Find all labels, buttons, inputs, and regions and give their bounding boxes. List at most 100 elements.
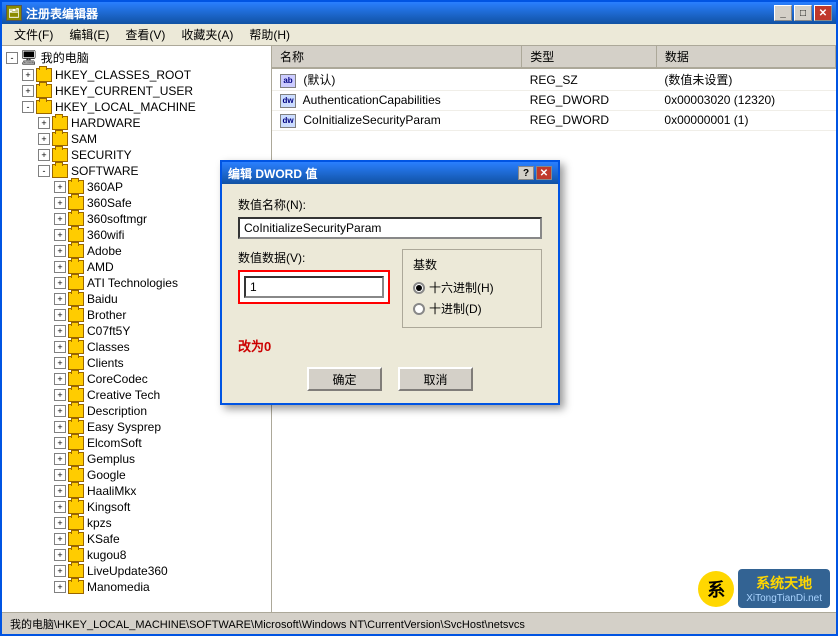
menu-edit[interactable]: 编辑(E) [61, 24, 117, 45]
expand-kugou8[interactable]: + [54, 549, 66, 561]
expand-360ap[interactable]: + [54, 181, 66, 193]
expand-haalimkx[interactable]: + [54, 485, 66, 497]
tree-item-gemplus[interactable]: + Gemplus [4, 451, 269, 467]
folder-icon-hklm [36, 100, 52, 114]
expand-liveupdate360[interactable]: + [54, 565, 66, 577]
tree-label-hklm: HKEY_LOCAL_MACHINE [55, 100, 196, 114]
tree-item-mypc[interactable]: - 🖥 我的电脑 [4, 48, 269, 67]
tree-label-ati: ATI Technologies [87, 276, 178, 290]
tree-item-kugou8[interactable]: + kugou8 [4, 547, 269, 563]
watermark-box: 系统天地 XiTongTianDi.net [738, 569, 830, 608]
expand-security[interactable]: + [38, 149, 50, 161]
expand-hardware[interactable]: + [38, 117, 50, 129]
expand-amd[interactable]: + [54, 261, 66, 273]
expand-google[interactable]: + [54, 469, 66, 481]
cancel-button[interactable]: 取消 [398, 367, 473, 391]
tree-item-hkcu[interactable]: + HKEY_CURRENT_USER [4, 83, 269, 99]
close-button[interactable]: ✕ [814, 5, 832, 21]
radio-dec-circle[interactable] [413, 303, 425, 315]
expand-360safe[interactable]: + [54, 197, 66, 209]
tree-label-hkcr: HKEY_CLASSES_ROOT [55, 68, 191, 82]
dialog-left-section: 数值数据(V): [238, 249, 390, 304]
folder-icon-kpzs [68, 516, 84, 530]
tree-item-hklm[interactable]: - HKEY_LOCAL_MACHINE [4, 99, 269, 115]
tree-item-kingsoft[interactable]: + Kingsoft [4, 499, 269, 515]
value-input[interactable] [244, 276, 384, 298]
expand-360softmgr[interactable]: + [54, 213, 66, 225]
folder-icon-ati [68, 276, 84, 290]
ok-button[interactable]: 确定 [307, 367, 382, 391]
minimize-button[interactable]: _ [774, 5, 792, 21]
dialog-help-button[interactable]: ? [518, 166, 534, 180]
expand-kingsoft[interactable]: + [54, 501, 66, 513]
expand-hkcu[interactable]: + [22, 85, 34, 97]
expand-adobe[interactable]: + [54, 245, 66, 257]
tree-item-haalimkx[interactable]: + HaaliMkx [4, 483, 269, 499]
reg-name-authcap: dw AuthenticationCapabilities [272, 91, 522, 111]
expand-hkcr[interactable]: + [22, 69, 34, 81]
reg-type-coinit: REG_DWORD [522, 110, 657, 130]
name-input[interactable] [238, 217, 542, 239]
radio-hex-item[interactable]: 十六进制(H) [413, 279, 531, 296]
menu-view[interactable]: 查看(V) [117, 24, 173, 45]
expand-gemplus[interactable]: + [54, 453, 66, 465]
expand-360wifi[interactable]: + [54, 229, 66, 241]
expand-creativetech[interactable]: + [54, 389, 66, 401]
expand-corecodec[interactable]: + [54, 373, 66, 385]
radio-hex-circle[interactable] [413, 282, 425, 294]
table-row[interactable]: dw AuthenticationCapabilities REG_DWORD … [272, 91, 836, 111]
watermark: 系 系统天地 XiTongTianDi.net [698, 569, 830, 608]
expand-kpzs[interactable]: + [54, 517, 66, 529]
expand-baidu[interactable]: + [54, 293, 66, 305]
tree-item-manomedia[interactable]: + Manomedia [4, 579, 269, 595]
expand-easysysprep[interactable]: + [54, 421, 66, 433]
expand-ati[interactable]: + [54, 277, 66, 289]
expand-sam[interactable]: + [38, 133, 50, 145]
expand-elcomsoft[interactable]: + [54, 437, 66, 449]
tree-label-liveupdate360: LiveUpdate360 [87, 564, 168, 578]
folder-icon-creativetech [68, 388, 84, 402]
tree-item-google[interactable]: + Google [4, 467, 269, 483]
expand-ksafe[interactable]: + [54, 533, 66, 545]
maximize-button[interactable]: □ [794, 5, 812, 21]
menu-favorites[interactable]: 收藏夹(A) [173, 24, 241, 45]
tree-item-easysysprep[interactable]: + Easy Sysprep [4, 419, 269, 435]
tree-label-hardware: HARDWARE [71, 116, 141, 130]
expand-co7ft5y[interactable]: + [54, 325, 66, 337]
tree-label-adobe: Adobe [87, 244, 122, 258]
expand-mypc[interactable]: - [6, 52, 18, 64]
radio-dec-item[interactable]: 十进制(D) [413, 300, 531, 317]
tree-item-description[interactable]: + Description [4, 403, 269, 419]
expand-software[interactable]: - [38, 165, 50, 177]
tree-label-manomedia: Manomedia [87, 580, 150, 594]
dialog-title-buttons: ? ✕ [518, 166, 552, 180]
tree-label-baidu: Baidu [87, 292, 118, 306]
folder-icon-description [68, 404, 84, 418]
tree-item-hkcr[interactable]: + HKEY_CLASSES_ROOT [4, 67, 269, 83]
expand-hklm[interactable]: - [22, 101, 34, 113]
tree-label-description: Description [87, 404, 147, 418]
table-row[interactable]: dw CoInitializeSecurityParam REG_DWORD 0… [272, 110, 836, 130]
tree-item-hardware[interactable]: + HARDWARE [4, 115, 269, 131]
expand-manomedia[interactable]: + [54, 581, 66, 593]
table-row[interactable]: ab (默认) REG_SZ (数值未设置) [272, 68, 836, 91]
tree-item-elcomsoft[interactable]: + ElcomSoft [4, 435, 269, 451]
change-text: 改为0 [238, 336, 542, 355]
folder-icon-brother [68, 308, 84, 322]
menu-help[interactable]: 帮助(H) [241, 24, 298, 45]
tree-item-ksafe[interactable]: + KSafe [4, 531, 269, 547]
dialog-title-text: 编辑 DWORD 值 [228, 165, 317, 182]
tree-label-kingsoft: Kingsoft [87, 500, 130, 514]
expand-description[interactable]: + [54, 405, 66, 417]
menu-file[interactable]: 文件(F) [6, 24, 61, 45]
expand-brother[interactable]: + [54, 309, 66, 321]
expand-classes[interactable]: + [54, 341, 66, 353]
expand-clients[interactable]: + [54, 357, 66, 369]
data-label: 数值数据(V): [238, 249, 390, 266]
folder-icon-manomedia [68, 580, 84, 594]
tree-item-kpzs[interactable]: + kpzs [4, 515, 269, 531]
tree-label-haalimkx: HaaliMkx [87, 484, 136, 498]
tree-item-liveupdate360[interactable]: + LiveUpdate360 [4, 563, 269, 579]
tree-item-sam[interactable]: + SAM [4, 131, 269, 147]
dialog-close-button[interactable]: ✕ [536, 166, 552, 180]
